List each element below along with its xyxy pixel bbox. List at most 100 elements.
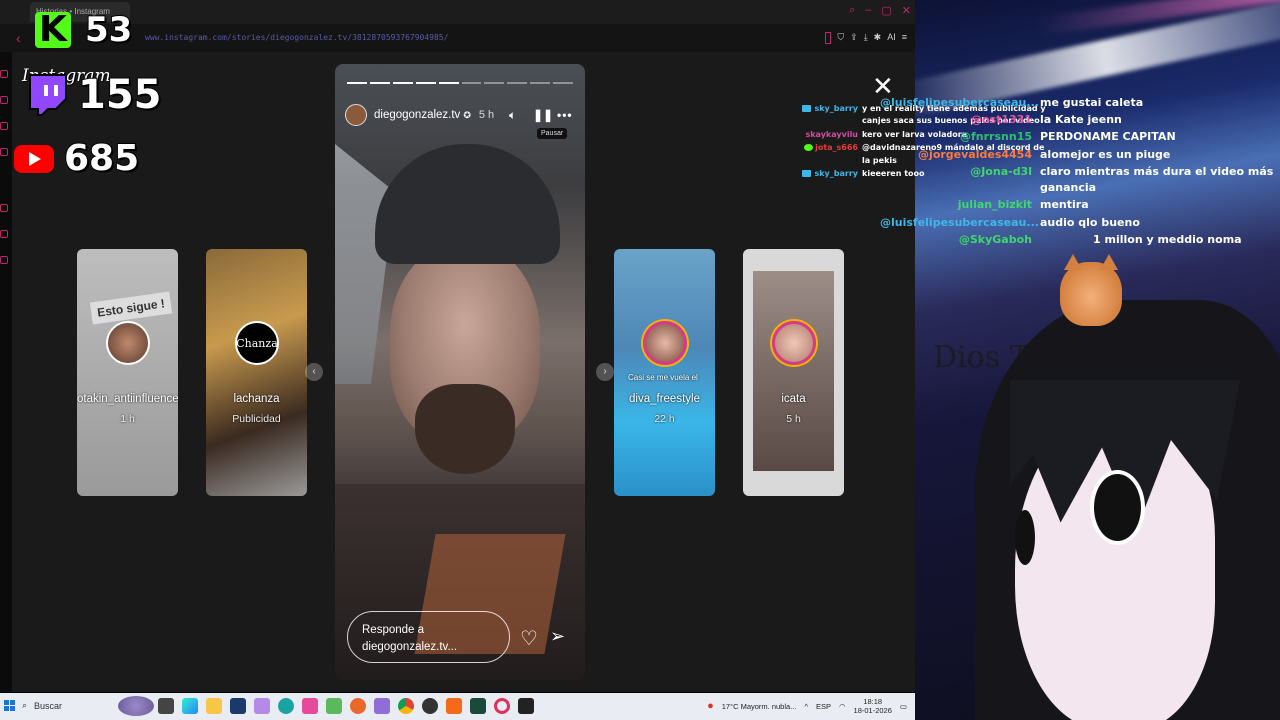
story-card-diva-freestyle[interactable]: Casi se me vuela el diva_freestyle 22 h (614, 249, 715, 496)
app-icon[interactable] (446, 698, 462, 714)
app-icon[interactable] (302, 698, 318, 714)
chat-username: sky_barry (814, 169, 858, 178)
ai-button[interactable]: AI (887, 32, 896, 44)
twitch-counter: 155 (24, 71, 162, 119)
task-view-icon[interactable] (158, 698, 174, 714)
chat-username: @SkyGaboh (958, 233, 1032, 246)
sidebar-item-icon[interactable] (0, 96, 8, 104)
language-indicator[interactable]: ESP (816, 702, 831, 711)
browser-icon[interactable] (278, 698, 294, 714)
browser-tabbar: Historias • Instagram ⌕ – ▢ ✕ (0, 0, 915, 24)
chat-message: PERDONAME CAPITAN (1040, 130, 1176, 143)
weather-icon: ● (707, 700, 714, 712)
avatar (772, 321, 816, 365)
sidebar-item-icon[interactable] (0, 70, 8, 78)
progress-segment (484, 82, 505, 84)
volume-icon[interactable]: 🔈︎ (509, 108, 516, 123)
story-card-otakin[interactable]: Esto sigue ! otakin_antiinfluencer 1 h (77, 249, 178, 496)
sidebar-toggle-icon[interactable] (825, 32, 832, 44)
menu-icon[interactable]: ≡ (902, 32, 907, 44)
chrome-icon[interactable] (398, 698, 414, 714)
sidebar-item-icon[interactable] (0, 122, 8, 130)
chat-username: sky_barry (814, 104, 858, 113)
app-icon[interactable] (470, 698, 486, 714)
story-card-icata[interactable]: icata 5 h (743, 249, 844, 496)
app-icon[interactable] (254, 698, 270, 714)
chat-message: claro mientras más dura el video más (1040, 165, 1274, 178)
address-bar: ‹ www.instagram.com/stories/diegogonzale… (0, 24, 915, 52)
chat-message: alomejor es un piuge (1040, 148, 1171, 161)
extensions-icon[interactable]: ✱ (874, 32, 882, 44)
windows-taskbar: ⌕ Buscar ● 17°C Mayorm. nubla... ^ ESP ◠… (0, 693, 915, 720)
car-window (335, 144, 395, 384)
story-card-lachanza[interactable]: Chanza lachanza Publicidad (206, 249, 307, 496)
pause-icon[interactable]: ❚❚ (533, 108, 553, 122)
sidebar-item-icon[interactable] (0, 204, 8, 212)
notifications-icon[interactable]: ▭ (900, 702, 907, 711)
reply-input[interactable]: Responde a diegogonzalez.tv... (347, 611, 510, 663)
close-window-icon[interactable]: ✕ (902, 4, 911, 17)
network-icon[interactable]: ◠ (839, 702, 846, 711)
sidebar-item-icon[interactable] (0, 256, 8, 264)
card-sponsored-label: Publicidad (232, 413, 281, 425)
search-highlight-image (118, 696, 154, 716)
windows-start-icon[interactable] (4, 700, 15, 711)
card-username: lachanza (233, 393, 280, 405)
clock[interactable]: 18:18 18-01-2026 (854, 697, 892, 715)
progress-segment (392, 82, 413, 84)
url-field[interactable]: www.instagram.com/stories/diegogonzalez.… (145, 33, 448, 42)
story-progress-bar (347, 82, 574, 84)
heart-icon[interactable]: ♡ (520, 626, 538, 651)
card-time: 22 h (654, 413, 675, 425)
visual-studio-icon[interactable] (230, 698, 246, 714)
window-controls: ⌕ – ▢ ✕ (849, 4, 911, 17)
chat-message: mentira (1040, 198, 1089, 211)
chevron-up-icon[interactable]: ^ (804, 702, 808, 711)
maximize-icon[interactable]: ▢ (881, 4, 891, 17)
youtube-counter: 685 (14, 137, 140, 180)
next-story-button[interactable]: › (596, 363, 614, 381)
file-explorer-icon[interactable] (206, 698, 222, 714)
avatar[interactable] (345, 104, 367, 126)
download-icon[interactable]: ⤓ (864, 32, 868, 44)
story-cap (375, 144, 560, 264)
minimize-icon[interactable]: – (865, 4, 871, 17)
previous-story-button[interactable]: ‹ (305, 363, 323, 381)
edge-icon[interactable] (182, 698, 198, 714)
app-icon[interactable] (326, 698, 342, 714)
story-beard (415, 384, 515, 474)
progress-segment (507, 82, 528, 84)
chat-message: audio qlo bueno (1040, 216, 1140, 229)
story-time: 5 h (478, 109, 495, 121)
card-time: 1 h (120, 413, 135, 425)
back-arrow-icon[interactable]: ‹ (16, 30, 21, 46)
chat-message: me gustai caleta (1040, 96, 1144, 109)
story-username[interactable]: diegogonzalez.tv (374, 109, 460, 121)
address-bar-tools: ⛉ ⇪ ⤓ ✱ AI ≡ (825, 32, 907, 44)
weather-text[interactable]: 17°C Mayorm. nubla... (722, 702, 797, 711)
app-icon[interactable] (518, 698, 534, 714)
chat-username: jota_s666 (815, 143, 858, 152)
send-icon[interactable]: ➢ (550, 626, 565, 647)
card-username: diva_freestyle (629, 393, 700, 405)
shield-icon[interactable]: ⛉ (837, 32, 844, 44)
clock-date: 18-01-2026 (853, 706, 892, 715)
app-icon[interactable] (422, 698, 438, 714)
sidebar-item-icon[interactable] (0, 148, 8, 156)
progress-segment (415, 82, 436, 84)
firefox-icon[interactable] (350, 698, 366, 714)
twitch-logo (29, 74, 67, 116)
card-image-text: Casi se me vuela el (628, 373, 698, 382)
more-options-icon[interactable]: ••• (557, 108, 573, 122)
active-story[interactable]: diegogonzalez.tv ✪ 5 h 🔈︎ ❚❚ ••• Pausar … (335, 64, 585, 680)
app-icon[interactable] (374, 698, 390, 714)
opera-icon[interactable] (494, 698, 510, 714)
sidebar-item-icon[interactable] (0, 230, 8, 238)
search-icon[interactable]: ⌕ (849, 4, 855, 17)
verified-badge-icon: ✪ (463, 109, 471, 120)
share-icon[interactable]: ⇪ (850, 32, 858, 44)
chat-message: la Kate jeenn (1040, 113, 1122, 126)
progress-segment (438, 82, 459, 84)
chat-username: @fnrrsnn15 (960, 130, 1032, 143)
youtube-logo (14, 144, 54, 173)
